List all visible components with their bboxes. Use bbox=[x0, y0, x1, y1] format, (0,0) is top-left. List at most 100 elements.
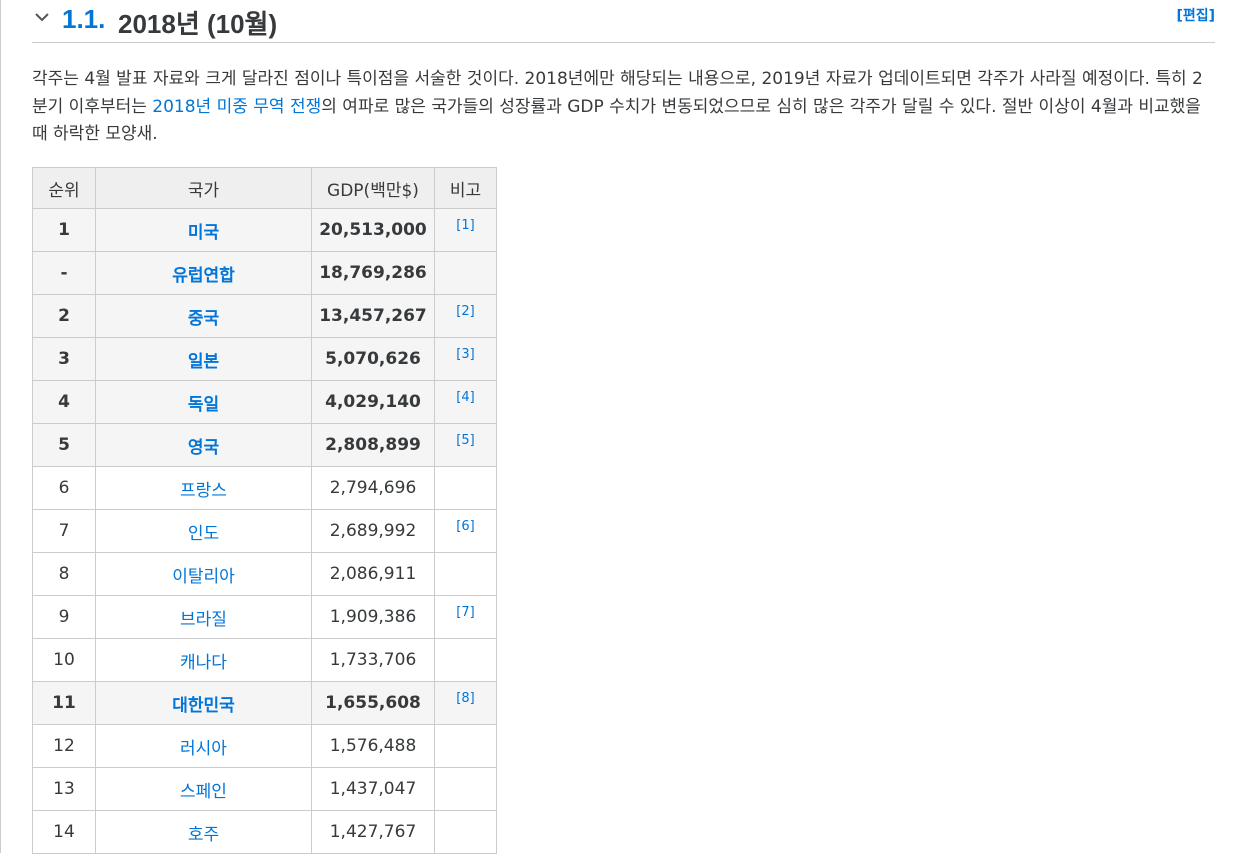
country-cell: 중국 bbox=[95, 294, 312, 338]
note-cell: [7] bbox=[434, 595, 497, 639]
country-cell: 독일 bbox=[95, 380, 312, 424]
rank-cell: 8 bbox=[32, 552, 96, 596]
country-link[interactable]: 이탈리아 bbox=[172, 567, 235, 587]
country-link[interactable]: 독일 bbox=[188, 395, 219, 415]
footnote-link[interactable]: [3] bbox=[456, 347, 474, 362]
country-link[interactable]: 프랑스 bbox=[180, 481, 227, 501]
footnote-link[interactable]: [7] bbox=[456, 605, 474, 620]
country-cell: 브라질 bbox=[95, 595, 312, 639]
note-cell bbox=[434, 767, 497, 811]
table-row: 12 러시아 1,576,488 bbox=[32, 724, 497, 768]
footnote-link[interactable]: [1] bbox=[456, 218, 474, 233]
country-link[interactable]: 유럽연합 bbox=[172, 266, 235, 286]
note-cell bbox=[434, 466, 497, 510]
gdp-cell: 1,576,488 bbox=[311, 724, 435, 768]
country-cell: 인도 bbox=[95, 509, 312, 553]
content-left-border bbox=[0, 0, 1, 853]
country-cell: 미국 bbox=[95, 208, 312, 252]
table-row: 10 캐나다 1,733,706 bbox=[32, 638, 497, 682]
country-link[interactable]: 브라질 bbox=[180, 610, 227, 630]
country-link[interactable]: 인도 bbox=[188, 524, 219, 544]
country-cell: 유럽연합 bbox=[95, 251, 312, 295]
gdp-cell: 2,794,696 bbox=[311, 466, 435, 510]
note-cell: [1] bbox=[434, 208, 497, 252]
country-cell: 러시아 bbox=[95, 724, 312, 768]
rank-cell: 10 bbox=[32, 638, 96, 682]
table-row: 2 중국 13,457,267 [2] bbox=[32, 294, 497, 338]
rank-cell: 5 bbox=[32, 423, 96, 467]
country-link[interactable]: 대한민국 bbox=[172, 696, 235, 716]
note-cell bbox=[434, 251, 497, 295]
note-cell: [4] bbox=[434, 380, 497, 424]
footnote-link[interactable]: [8] bbox=[456, 691, 474, 706]
footnote-link[interactable]: [2] bbox=[456, 304, 474, 319]
country-link[interactable]: 호주 bbox=[188, 825, 219, 845]
gdp-cell: 13,457,267 bbox=[311, 294, 435, 338]
note-cell: [3] bbox=[434, 337, 497, 381]
trade-war-link[interactable]: 2018년 미중 무역 전쟁 bbox=[152, 97, 321, 117]
country-cell: 프랑스 bbox=[95, 466, 312, 510]
table-row: 1 미국 20,513,000 [1] bbox=[32, 208, 497, 252]
country-cell: 캐나다 bbox=[95, 638, 312, 682]
footnote-link[interactable]: [6] bbox=[456, 519, 474, 534]
country-link[interactable]: 미국 bbox=[188, 223, 219, 243]
table-row: 9 브라질 1,909,386 [7] bbox=[32, 595, 497, 639]
table-row: 14 호주 1,427,767 bbox=[32, 810, 497, 854]
note-cell: [2] bbox=[434, 294, 497, 338]
table-row: 5 영국 2,808,899 [5] bbox=[32, 423, 497, 467]
gdp-cell: 1,655,608 bbox=[311, 681, 435, 725]
gdp-cell: 1,733,706 bbox=[311, 638, 435, 682]
table-row: 7 인도 2,689,992 [6] bbox=[32, 509, 497, 553]
country-link[interactable]: 일본 bbox=[188, 352, 219, 372]
table-row: 13 스페인 1,437,047 bbox=[32, 767, 497, 811]
note-cell bbox=[434, 724, 497, 768]
gdp-cell: 20,513,000 bbox=[311, 208, 435, 252]
country-cell: 호주 bbox=[95, 810, 312, 854]
note-cell: [8] bbox=[434, 681, 497, 725]
table-row: 3 일본 5,070,626 [3] bbox=[32, 337, 497, 381]
chevron-down-icon[interactable] bbox=[34, 9, 50, 25]
gdp-cell: 1,909,386 bbox=[311, 595, 435, 639]
note-cell bbox=[434, 810, 497, 854]
header-country: 국가 bbox=[95, 167, 312, 209]
rank-cell: 11 bbox=[32, 681, 96, 725]
country-link[interactable]: 러시아 bbox=[180, 739, 227, 759]
country-link[interactable]: 캐나다 bbox=[180, 653, 227, 673]
country-link[interactable]: 영국 bbox=[188, 438, 219, 458]
rank-cell: 7 bbox=[32, 509, 96, 553]
table-row: 4 독일 4,029,140 [4] bbox=[32, 380, 497, 424]
rank-cell: 4 bbox=[32, 380, 96, 424]
rank-cell: 14 bbox=[32, 810, 96, 854]
note-cell bbox=[434, 638, 497, 682]
rank-cell: - bbox=[32, 251, 96, 295]
country-link[interactable]: 스페인 bbox=[180, 782, 227, 802]
country-cell: 영국 bbox=[95, 423, 312, 467]
gdp-cell: 2,086,911 bbox=[311, 552, 435, 596]
rank-cell: 3 bbox=[32, 337, 96, 381]
section-heading: 1.1. 2018년 (10월) [편집] bbox=[32, 0, 1215, 43]
gdp-cell: 5,070,626 bbox=[311, 337, 435, 381]
rank-cell: 13 bbox=[32, 767, 96, 811]
footnote-link[interactable]: [4] bbox=[456, 390, 474, 405]
intro-paragraph: 각주는 4월 발표 자료와 크게 달라진 점이나 특이점을 서술한 것이다. 2… bbox=[32, 66, 1215, 149]
edit-link[interactable]: [편집] bbox=[1176, 5, 1215, 25]
note-cell: [5] bbox=[434, 423, 497, 467]
country-link[interactable]: 중국 bbox=[188, 309, 219, 329]
gdp-cell: 1,437,047 bbox=[311, 767, 435, 811]
note-cell: [6] bbox=[434, 509, 497, 553]
section-title: 2018년 (10월) bbox=[118, 9, 278, 39]
rank-cell: 2 bbox=[32, 294, 96, 338]
gdp-ranking-table: 순위 국가 GDP(백만$) 비고 1 미국 20,513,000 [1] - 유럽연합 1… bbox=[32, 167, 497, 854]
gdp-cell: 2,808,899 bbox=[311, 423, 435, 467]
gdp-cell: 1,427,767 bbox=[311, 810, 435, 854]
section-number[interactable]: 1.1. bbox=[62, 4, 105, 35]
table-header-row: 순위 국가 GDP(백만$) 비고 bbox=[32, 167, 497, 209]
rank-cell: 12 bbox=[32, 724, 96, 768]
table-row: - 유럽연합 18,769,286 bbox=[32, 251, 497, 295]
rank-cell: 9 bbox=[32, 595, 96, 639]
header-note: 비고 bbox=[434, 167, 497, 209]
country-cell: 대한민국 bbox=[95, 681, 312, 725]
country-cell: 이탈리아 bbox=[95, 552, 312, 596]
footnote-link[interactable]: [5] bbox=[456, 433, 474, 448]
rank-cell: 6 bbox=[32, 466, 96, 510]
